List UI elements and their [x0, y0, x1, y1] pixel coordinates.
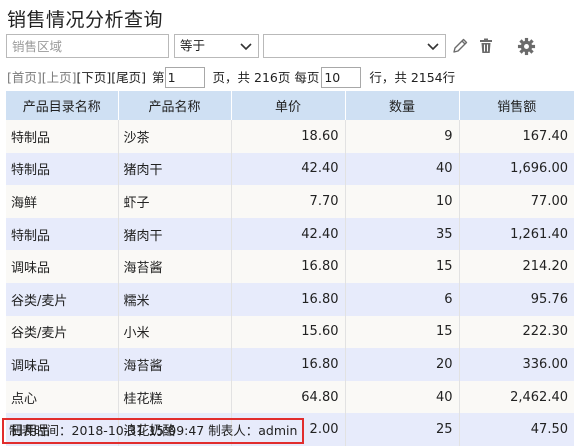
page-number-input[interactable]: 1 — [164, 67, 205, 88]
last-page-link[interactable]: [尾页] — [111, 67, 146, 89]
cell-category: 海鲜 — [6, 185, 119, 218]
cell-product: 猪肉干 — [118, 217, 232, 251]
edit-button[interactable] — [449, 34, 471, 58]
cell-unit-price: 7.70 — [231, 185, 346, 218]
table-row[interactable]: 谷类/麦片 小米 15.60 15 222.30 — [6, 315, 574, 349]
cell-unit-price: 42.40 — [231, 217, 346, 251]
cell-sales: 222.30 — [459, 315, 574, 349]
gear-icon — [517, 37, 535, 55]
field-input[interactable] — [6, 34, 169, 58]
cell-product: 海苔酱 — [118, 348, 232, 381]
page-prefix-label: 第 — [152, 70, 165, 85]
table-row[interactable]: 特制品 猪肉干 42.40 40 1,696.00 — [6, 152, 574, 186]
pencil-icon — [453, 38, 468, 53]
rows-per-page-input[interactable]: 10 — [321, 67, 362, 88]
operator-select[interactable]: 等于 — [174, 34, 259, 58]
page-title: 销售情况分析查询 — [7, 9, 164, 31]
cell-unit-price: 16.80 — [231, 250, 346, 283]
cell-category: 调味品 — [6, 250, 119, 283]
cell-quantity: 35 — [345, 217, 460, 251]
table-row[interactable]: 调味品 海苔酱 16.80 15 214.20 — [6, 250, 574, 283]
cell-unit-price: 16.80 — [231, 348, 346, 381]
cell-category: 调味品 — [6, 348, 119, 381]
chevron-down-icon — [240, 43, 252, 51]
report-footer: 制表时间：2018-10-31 15:09:47 制表人：admin — [2, 418, 305, 444]
cell-product: 糯米 — [118, 282, 232, 316]
cell-quantity: 25 — [345, 413, 460, 446]
delete-button[interactable] — [475, 34, 497, 58]
cell-unit-price: 42.40 — [231, 152, 346, 186]
first-page-link[interactable]: [首页] — [7, 67, 42, 89]
cell-quantity: 20 — [345, 348, 460, 381]
cell-category: 点心 — [6, 380, 119, 414]
page-info-label: 页，共 216页 每页 — [212, 70, 320, 85]
cell-sales: 1,696.00 — [459, 152, 574, 186]
cell-quantity: 9 — [345, 120, 460, 153]
cell-sales: 77.00 — [459, 185, 574, 218]
cell-product: 猪肉干 — [118, 152, 232, 186]
cell-quantity: 6 — [345, 282, 460, 316]
col-header-unit-price[interactable]: 单价 — [231, 91, 346, 120]
col-header-product[interactable]: 产品名称 — [118, 91, 232, 120]
value-select[interactable] — [263, 34, 446, 58]
settings-button[interactable] — [515, 34, 537, 58]
pager: [首页][上页][下页][尾页] 第1 页，共 216页 每页 10 行，共 21… — [7, 67, 455, 89]
cell-unit-price: 64.80 — [231, 380, 346, 414]
cell-quantity: 10 — [345, 185, 460, 218]
next-page-link[interactable]: [下页] — [77, 67, 112, 89]
table-row[interactable]: 谷类/麦片 糯米 16.80 6 95.76 — [6, 282, 574, 316]
cell-product: 桂花糕 — [118, 380, 232, 414]
cell-category: 特制品 — [6, 217, 119, 251]
cell-unit-price: 18.60 — [231, 120, 346, 153]
cell-product: 海苔酱 — [118, 250, 232, 283]
cell-unit-price: 15.60 — [231, 315, 346, 349]
table-row[interactable]: 特制品 沙茶 18.60 9 167.40 — [6, 120, 574, 153]
cell-product: 虾子 — [118, 185, 232, 218]
cell-sales: 336.00 — [459, 348, 574, 381]
cell-sales: 47.50 — [459, 413, 574, 446]
cell-category: 谷类/麦片 — [6, 282, 119, 316]
cell-quantity: 40 — [345, 152, 460, 186]
table-row[interactable]: 调味品 海苔酱 16.80 20 336.00 — [6, 348, 574, 381]
cell-quantity: 15 — [345, 315, 460, 349]
cell-category: 特制品 — [6, 152, 119, 186]
trash-icon — [480, 38, 492, 53]
col-header-quantity[interactable]: 数量 — [345, 91, 460, 120]
table-row[interactable]: 特制品 猪肉干 42.40 35 1,261.40 — [6, 217, 574, 251]
cell-unit-price: 16.80 — [231, 282, 346, 316]
prev-page-link[interactable]: [上页] — [42, 67, 77, 89]
chevron-down-icon — [427, 43, 439, 51]
filter-bar: 等于 — [6, 34, 576, 58]
cell-sales: 214.20 — [459, 250, 574, 283]
cell-quantity: 15 — [345, 250, 460, 283]
table-header-row: 产品目录名称 产品名称 单价 数量 销售额 — [6, 91, 574, 120]
cell-sales: 167.40 — [459, 120, 574, 153]
cell-category: 谷类/麦片 — [6, 315, 119, 349]
table-row[interactable]: 点心 桂花糕 64.80 40 2,462.40 — [6, 380, 574, 414]
col-header-category[interactable]: 产品目录名称 — [6, 91, 119, 120]
cell-sales: 2,462.40 — [459, 380, 574, 414]
cell-product: 沙茶 — [118, 120, 232, 153]
cell-quantity: 40 — [345, 380, 460, 414]
row-count-label: 行，共 2154行 — [369, 70, 456, 85]
cell-product: 小米 — [118, 315, 232, 349]
cell-category: 特制品 — [6, 120, 119, 153]
col-header-sales[interactable]: 销售额 — [459, 91, 574, 120]
cell-sales: 1,261.40 — [459, 217, 574, 251]
cell-sales: 95.76 — [459, 282, 574, 316]
operator-value: 等于 — [180, 38, 206, 53]
table-row[interactable]: 海鲜 虾子 7.70 10 77.00 — [6, 185, 574, 218]
sales-table: 产品目录名称 产品名称 单价 数量 销售额 特制品 沙茶 18.60 9 167… — [6, 91, 574, 446]
